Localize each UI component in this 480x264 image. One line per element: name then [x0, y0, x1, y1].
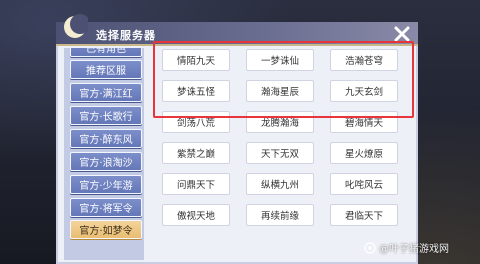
moon-icon [64, 14, 88, 38]
server-button[interactable]: 傲视天地 [162, 204, 230, 226]
server-button[interactable]: 纵横九州 [246, 173, 314, 195]
sidebar-item-changgexing[interactable]: 官方·长歌行 [70, 106, 142, 125]
sidebar-item-jiangjunling[interactable]: 官方·将军令 [70, 198, 142, 217]
sidebar-item-recommended[interactable]: 推荐区服 [70, 60, 142, 79]
sidebar-item-existing-roles[interactable]: 已有角色 [70, 48, 142, 57]
server-button[interactable]: 再续前缘 [246, 204, 314, 226]
highlight-box [153, 41, 414, 118]
watermark-logo-icon [364, 241, 376, 254]
server-button[interactable]: 紫禁之巅 [162, 142, 230, 164]
sidebar-item-manjianghong[interactable]: 官方·满江红 [70, 83, 142, 102]
server-button[interactable]: 君临天下 [330, 204, 398, 226]
server-button[interactable]: 叱咤风云 [330, 173, 398, 195]
dialog-title: 选择服务器 [96, 29, 156, 42]
server-button[interactable]: 问鼎天下 [162, 173, 230, 195]
watermark-text: @叶子猪游戏网 [379, 244, 449, 255]
sidebar-item-langtaosha[interactable]: 官方·浪淘沙 [70, 152, 142, 171]
close-icon [394, 26, 410, 42]
server-button[interactable]: 天下无双 [246, 142, 314, 164]
sidebar-item-rumengling[interactable]: 官方·如梦令 [70, 220, 142, 239]
sidebar-item-shaonianyou[interactable]: 官方·少年游 [70, 175, 142, 194]
watermark: @叶子猪游戏网 [364, 240, 449, 255]
server-button[interactable]: 星火燎原 [330, 142, 398, 164]
server-category-sidebar[interactable]: 已有角色 推荐区服 官方·满江红 官方·长歌行 官方·醉东风 官方·浪淘沙 官方… [64, 48, 144, 260]
sidebar-item-zuidongfeng[interactable]: 官方·醉东风 [70, 129, 142, 148]
